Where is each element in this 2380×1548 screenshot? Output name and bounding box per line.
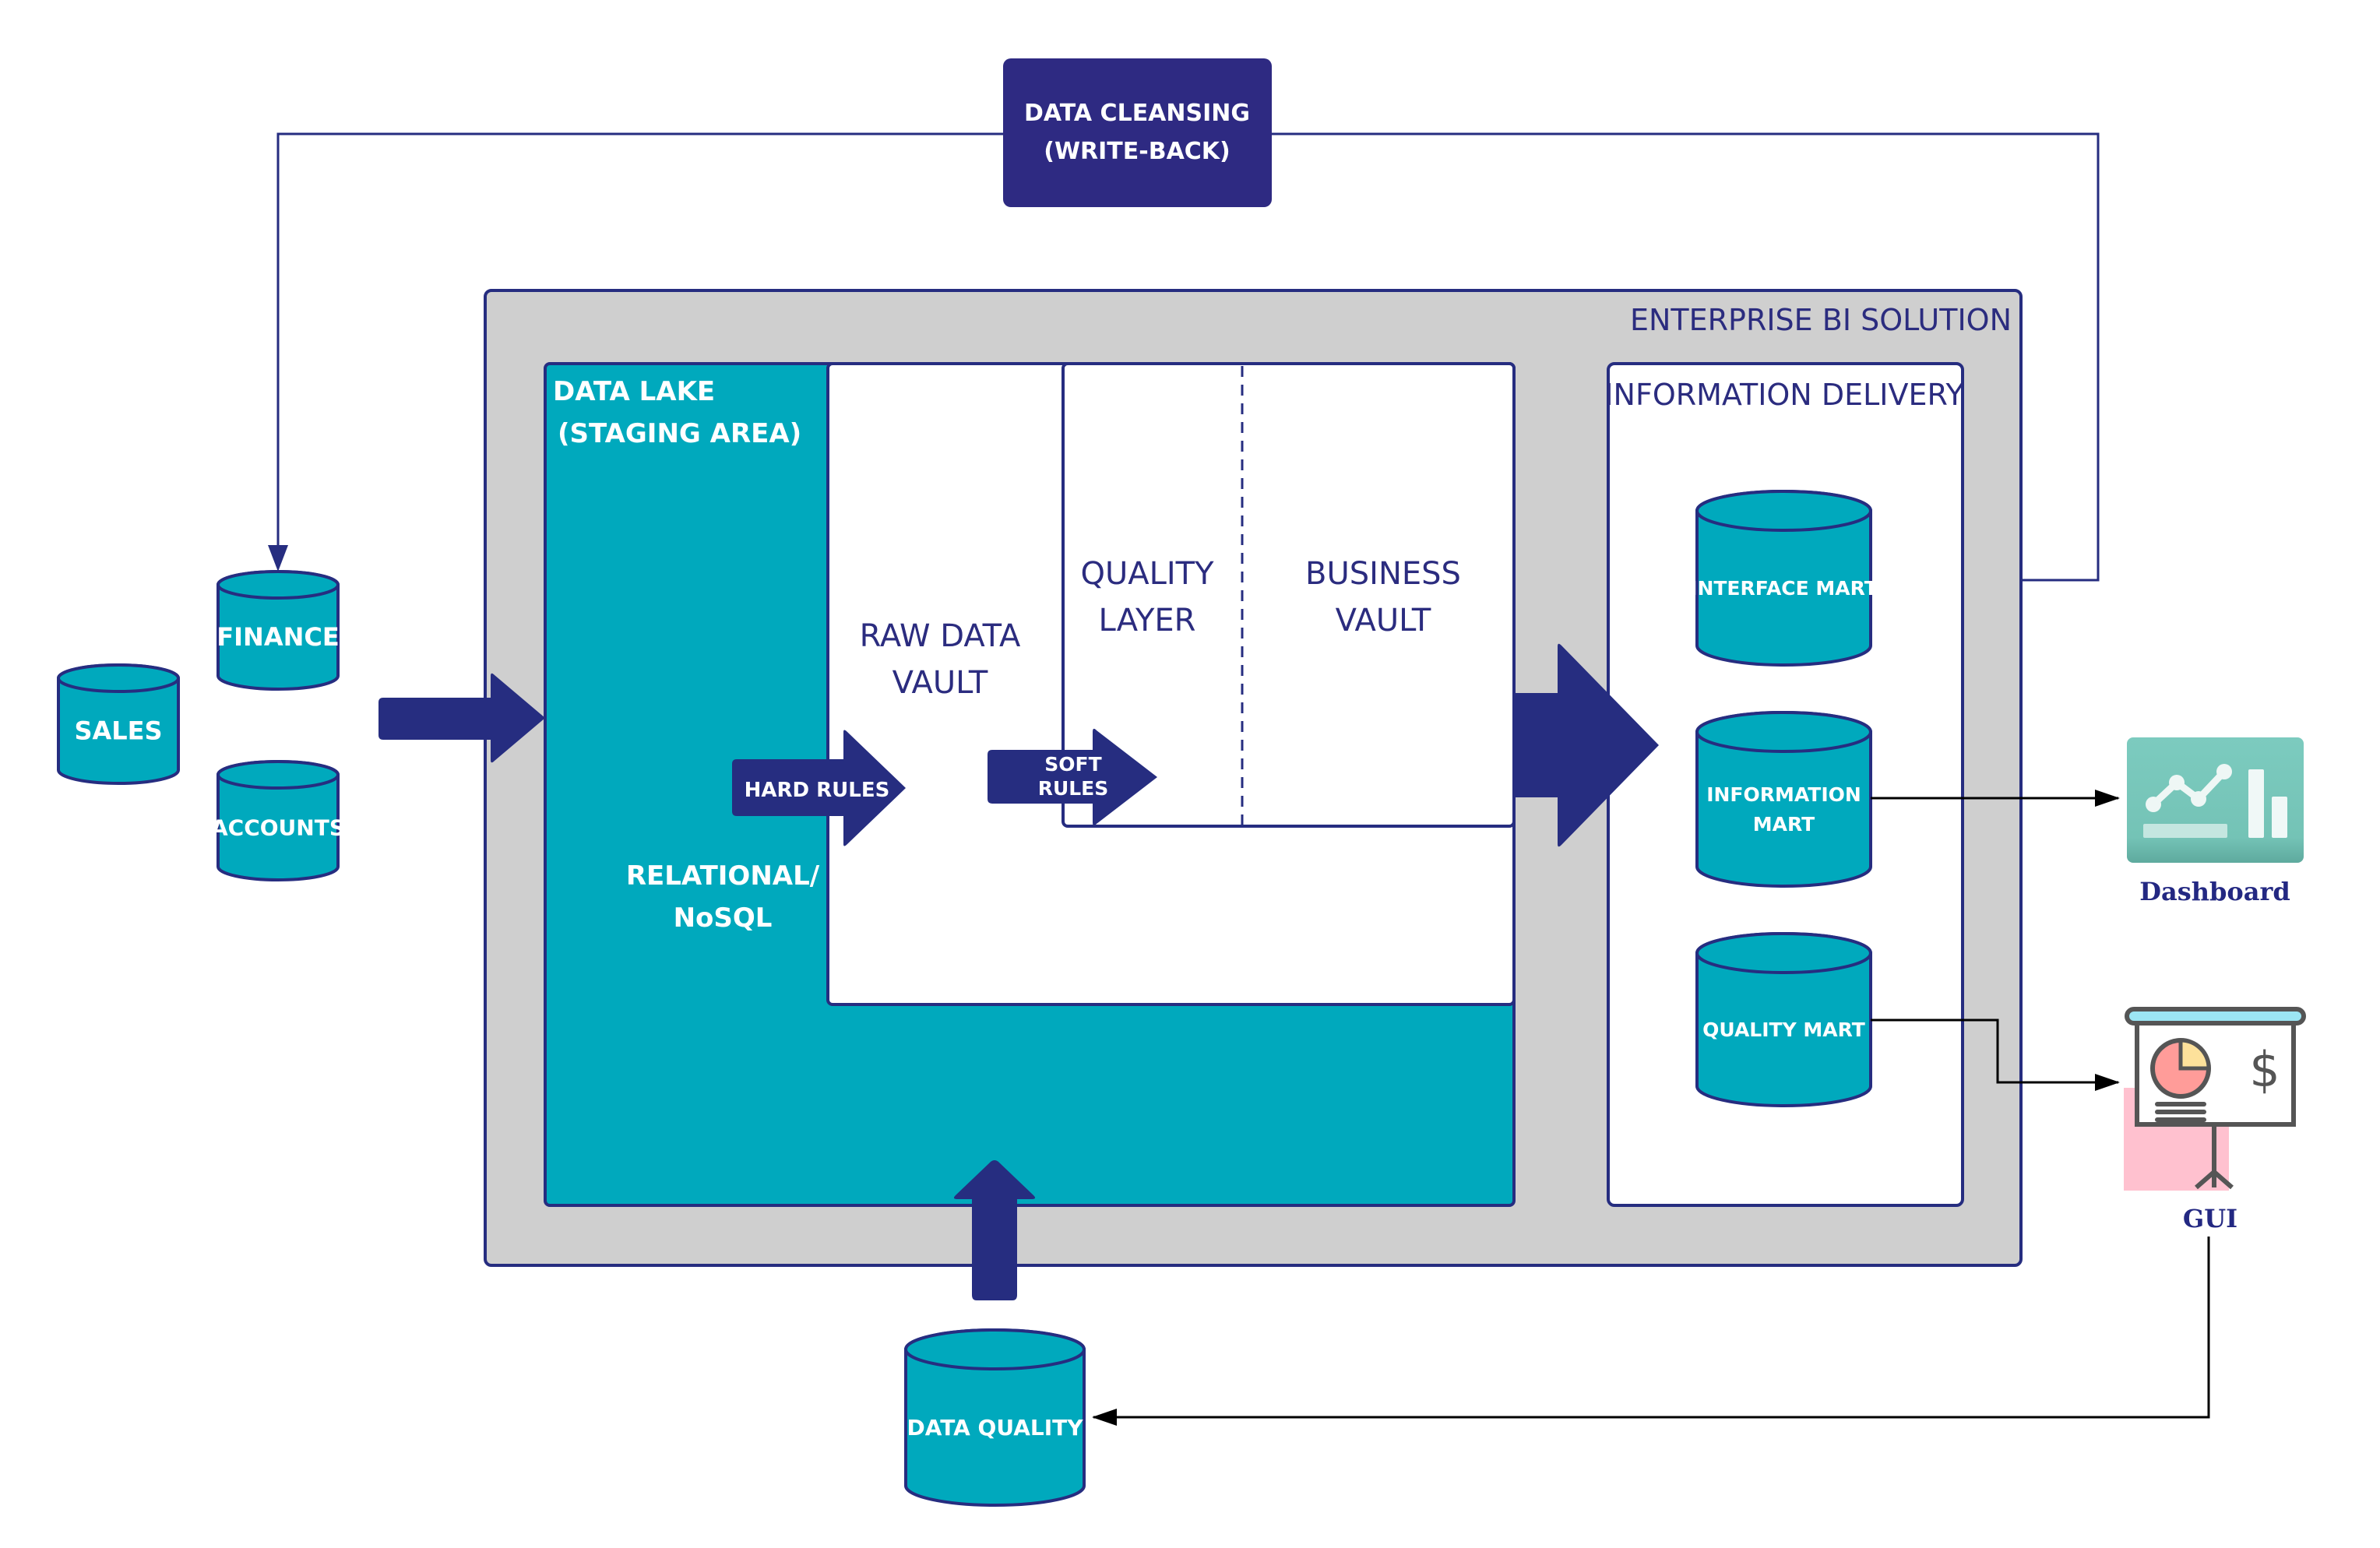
arrowhead-to-finance (268, 545, 288, 572)
accounts-cylinder[interactable]: ACCOUNTS (211, 760, 345, 881)
data-quality-label: DATA QUALITY (907, 1415, 1083, 1441)
dollar-glyph: $ (2249, 1041, 2280, 1098)
dashboard-output[interactable]: Dashboard (2127, 737, 2304, 906)
information-delivery-title: INFORMATION DELIVERY (1604, 378, 1964, 412)
cylinder-top (1695, 711, 1872, 753)
gui-label: GUI (2183, 1204, 2237, 1233)
data-cleansing-box[interactable]: DATA CLEANSING (WRITE-BACK) (1003, 58, 1272, 207)
quality-mart-label: QUALITY MART (1702, 1019, 1865, 1041)
bi-architecture-diagram: DATA CLEANSING (WRITE-BACK) ENTERPRISE B… (57, 58, 2306, 1507)
finance-cylinder[interactable]: FINANCE (217, 570, 340, 691)
finance-label: FINANCE (217, 622, 339, 652)
information-mart-label: INFORMATION (1706, 783, 1861, 806)
cylinder-top (217, 570, 340, 600)
nosql-label: NoSQL (674, 902, 773, 934)
accounts-label: ACCOUNTS (211, 814, 345, 840)
staging-area-label: (STAGING AREA) (558, 418, 801, 449)
raw-data-vault-line2: VAULT (892, 665, 988, 701)
write-back-label: (WRITE-BACK) (1044, 138, 1230, 165)
relational-label: RELATIONAL/ (626, 860, 820, 892)
quality-layer-line2: LAYER (1099, 603, 1196, 639)
cylinder-top (1695, 490, 1872, 532)
information-mart-cylinder[interactable]: INFORMATION MART (1695, 711, 1872, 888)
quality-layer-line1: QUALITY (1080, 556, 1214, 592)
quality-mart-cylinder[interactable]: QUALITY MART (1695, 932, 1872, 1107)
data-cleansing-label: DATA CLEANSING (1024, 100, 1250, 127)
soft-rules-line2: RULES (1038, 777, 1109, 800)
data-quality-cylinder[interactable]: DATA QUALITY (904, 1328, 1086, 1507)
business-vault-line1: BUSINESS (1305, 556, 1461, 592)
gui-output[interactable]: $ GUI (2124, 1007, 2306, 1233)
cylinder-top (217, 760, 340, 790)
dashboard-label: Dashboard (2139, 877, 2290, 906)
interface-mart-cylinder[interactable]: INTERFACE MART (1690, 490, 1878, 667)
interface-mart-label: INTERFACE MART (1690, 577, 1878, 600)
sales-label: SALES (74, 716, 162, 746)
cylinder-top (904, 1328, 1086, 1370)
soft-rules-line1: SOFT (1044, 753, 1101, 776)
information-mart-label-2: MART (1753, 813, 1815, 836)
sales-cylinder[interactable]: SALES (57, 663, 180, 785)
enterprise-bi-title: ENTERPRISE BI SOLUTION (1630, 303, 2012, 337)
cylinder-top (1695, 932, 1872, 974)
dashboard-icon (2127, 737, 2304, 863)
data-lake-label: DATA LAKE (553, 376, 715, 407)
presentation-board-icon: $ (2124, 1007, 2306, 1191)
hard-rules-label: HARD RULES (745, 779, 890, 802)
cylinder-top (57, 663, 180, 693)
raw-data-vault-line1: RAW DATA (860, 618, 1021, 654)
business-vault-line2: VAULT (1336, 603, 1431, 639)
